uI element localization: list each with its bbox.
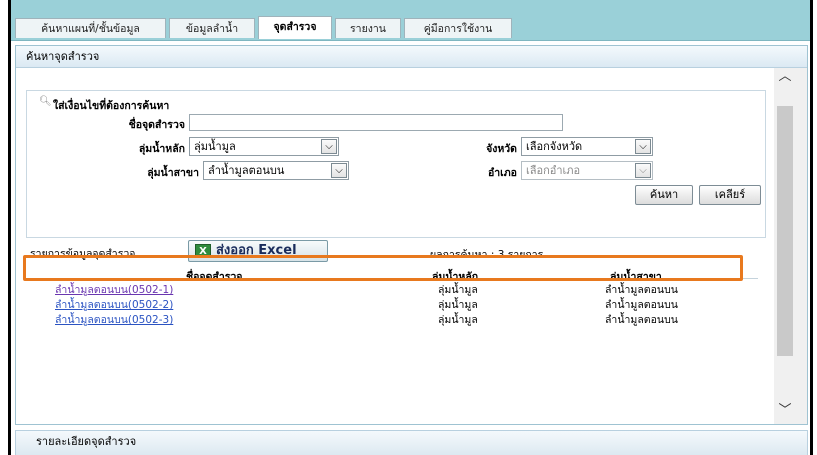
chevron-down-icon: ⌵ bbox=[331, 163, 347, 178]
sub-basin-value: ลำน้ำมูลตอนบน bbox=[208, 164, 285, 177]
search-header: ใส่เงื่อนไขที่ต้องการค้นหา bbox=[53, 100, 170, 112]
vertical-scrollbar[interactable]: ︿ ﹀ bbox=[774, 68, 807, 424]
province-value: เลือกจังหวัด bbox=[526, 140, 583, 153]
chevron-down-icon[interactable]: ﹀ bbox=[777, 404, 793, 418]
chevron-down-icon: ⌵ bbox=[321, 139, 337, 154]
panel-title: ค้นหาจุดสำรวจ bbox=[16, 46, 807, 68]
station-link[interactable]: ลำน้ำมูลตอนบน(0502-3) bbox=[55, 311, 173, 328]
district-value: เลือกอำเภอ bbox=[526, 164, 581, 177]
table-row[interactable]: ลำน้ำมูลตอนบน(0502-2) ลุ่มน้ำมูล ลำน้ำมู… bbox=[30, 295, 758, 311]
details-panel-header[interactable]: รายละเอียดจุดสำรวจ bbox=[15, 430, 808, 455]
panel-title-text: ค้นหาจุดสำรวจ bbox=[26, 50, 100, 63]
search-button[interactable]: ค้นหา bbox=[635, 185, 693, 205]
sub-basin-select[interactable]: ลำน้ำมูลตอนบน ⌵ bbox=[203, 161, 349, 180]
tab-reports[interactable]: รายงาน bbox=[335, 18, 401, 38]
main-basin-select[interactable]: ลุ่มน้ำมูล ⌵ bbox=[189, 137, 339, 156]
station-name-input[interactable] bbox=[189, 114, 563, 131]
chevron-up-icon[interactable]: ︿ bbox=[777, 70, 793, 84]
search-panel: ค้นหาจุดสำรวจ 🔍︎ ใส่เงื่อนไขที่ต้องการค้… bbox=[15, 45, 808, 425]
row-main-basin: ลุ่มน้ำมูล bbox=[438, 314, 478, 326]
details-panel-title: รายละเอียดจุดสำรวจ bbox=[36, 435, 137, 448]
province-select[interactable]: เลือกจังหวัด ⌵ bbox=[521, 137, 653, 156]
tab-river-data[interactable]: ข้อมูลลำน้ำ bbox=[169, 18, 255, 38]
tab-survey-points[interactable]: จุดสำรวจ bbox=[258, 16, 332, 39]
province-label: จังหวัด bbox=[486, 143, 517, 155]
scroll-area: 🔍︎ ใส่เงื่อนไขที่ต้องการค้นหา ชื่อจุดสำร… bbox=[16, 68, 773, 424]
row-sub-basin: ลำน้ำมูลตอนบน bbox=[605, 314, 678, 326]
sub-basin-label: ลุ่มน้ำสาขา bbox=[147, 167, 199, 179]
main-basin-value: ลุ่มน้ำมูล bbox=[194, 140, 236, 153]
district-label: อำเภอ bbox=[487, 167, 517, 179]
district-select[interactable]: เลือกอำเภอ ⌵ bbox=[521, 161, 653, 180]
tab-bar: ค้นหาแผนที่/ชั้นข้อมูล ข้อมูลลำน้ำ จุดสำ… bbox=[11, 0, 810, 41]
clear-button[interactable]: เคลียร์ bbox=[699, 185, 761, 205]
table-row[interactable]: ลำน้ำมูลตอนบน(0502-3) ลุ่มน้ำมูล ลำน้ำมู… bbox=[30, 310, 758, 328]
tab-user-manual[interactable]: คู่มือการใช้งาน bbox=[404, 18, 512, 38]
search-criteria-box: 🔍︎ ใส่เงื่อนไขที่ต้องการค้นหา ชื่อจุดสำร… bbox=[26, 90, 766, 238]
search-icon: 🔍︎ bbox=[39, 96, 52, 107]
table-row[interactable]: ลำน้ำมูลตอนบน(0502-1) ลุ่มน้ำมูล ลำน้ำมู… bbox=[30, 280, 758, 296]
main-basin-label: ลุ่มน้ำหลัก bbox=[138, 143, 185, 155]
highlight-box bbox=[23, 255, 743, 281]
station-name-label: ชื่อจุดสำรวจ bbox=[128, 119, 185, 131]
scrollbar-thumb[interactable] bbox=[777, 106, 793, 356]
app-frame: ค้นหาแผนที่/ชั้นข้อมูล ข้อมูลลำน้ำ จุดสำ… bbox=[8, 0, 813, 455]
chevron-down-icon: ⌵ bbox=[635, 163, 651, 178]
chevron-down-icon: ⌵ bbox=[635, 139, 651, 154]
tab-search-map[interactable]: ค้นหาแผนที่/ชั้นข้อมูล bbox=[15, 18, 166, 38]
